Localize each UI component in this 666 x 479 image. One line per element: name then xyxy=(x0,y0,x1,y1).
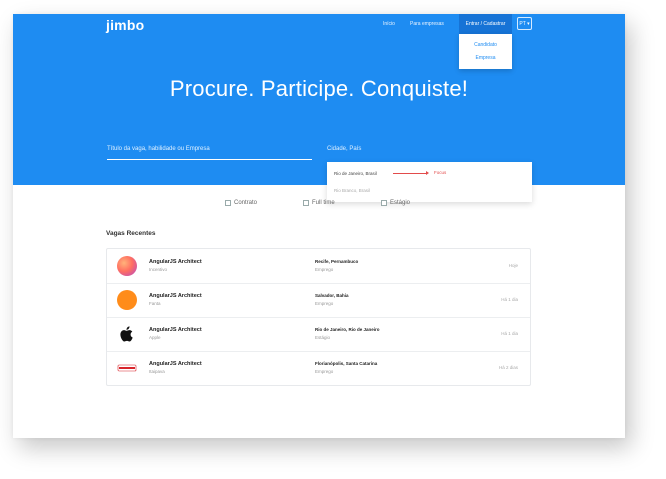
hero-section: jimbo Início Para empresas Entrar / Cada… xyxy=(13,14,625,185)
job-type: Emprego xyxy=(315,267,334,272)
job-time: Há 2 dias xyxy=(498,365,518,370)
job-row[interactable]: AngularJS Architect Incentivo Recife, Pe… xyxy=(107,249,530,284)
job-location: Florianópolis, Santa Catarina xyxy=(315,361,378,366)
job-time: Há 1 dia xyxy=(501,331,518,336)
job-row[interactable]: AngularJS Architect Apple Rio de Janeiro… xyxy=(107,317,530,352)
job-time: Hoje xyxy=(508,263,518,268)
job-title[interactable]: AngularJS Architect xyxy=(149,293,202,299)
job-title[interactable]: AngularJS Architect xyxy=(149,361,202,367)
filter-full-time[interactable]: Full time xyxy=(303,200,335,206)
job-company: Incentivo xyxy=(149,267,168,272)
job-type: Estágio xyxy=(315,335,331,340)
dropdown-empresa[interactable]: Empresa xyxy=(459,55,512,61)
filter-label: Contrato xyxy=(234,200,258,206)
nav-para-empresas[interactable]: Para empresas xyxy=(410,21,444,27)
job-title[interactable]: AngularJS Architect xyxy=(149,327,202,333)
autocomplete-item[interactable]: Rio de Janeiro, Brasil xyxy=(334,171,377,176)
job-row[interactable]: AngularJS Architect Itaipava Florianópol… xyxy=(107,351,530,385)
filter-estagio[interactable]: Estágio xyxy=(381,200,410,206)
filter-label: Full time xyxy=(312,200,335,206)
focus-arrow-icon xyxy=(393,171,429,175)
nav-enter-button[interactable]: Entrar / Cadastrar xyxy=(459,14,512,34)
job-company: Apple xyxy=(149,335,161,340)
language-selector[interactable]: PT ▾ xyxy=(517,17,532,30)
focus-tag: Focus xyxy=(434,170,447,175)
location-autocomplete: Rio de Janeiro, Brasil Focus Rio Branco,… xyxy=(327,162,532,202)
search-keywords-input[interactable]: Título da vaga, habilidade ou Empresa xyxy=(107,143,312,160)
nav-inicio[interactable]: Início xyxy=(383,21,395,27)
autocomplete-item[interactable]: Rio Branco, Brasil xyxy=(334,188,370,193)
search-location-input[interactable]: Cidade, País xyxy=(327,143,532,159)
hero-headline: Procure. Participe. Conquiste! xyxy=(169,76,469,101)
enter-dropdown: Candidato Empresa xyxy=(459,34,512,69)
job-type-filters: Contrato Full time Estágio xyxy=(13,200,625,212)
job-type: Emprego xyxy=(315,369,334,374)
ionic-logo xyxy=(117,256,137,276)
job-row[interactable]: AngularJS Architect Fanta Salvador, Bahi… xyxy=(107,283,530,318)
filter-contrato[interactable]: Contrato xyxy=(225,200,257,206)
filter-label: Estágio xyxy=(390,200,411,206)
job-location: Salvador, Bahia xyxy=(315,293,349,298)
recent-jobs-list: AngularJS Architect Incentivo Recife, Pe… xyxy=(106,248,531,386)
checkbox-icon[interactable] xyxy=(225,200,231,206)
job-location: Recife, Pernambuco xyxy=(315,259,359,264)
recent-jobs-title: Vagas Recentes xyxy=(106,230,156,237)
top-nav: Início Para empresas Entrar / Cadastrar … xyxy=(13,14,625,34)
job-type: Emprego xyxy=(315,301,334,306)
fanta-logo xyxy=(117,290,137,310)
job-company: Itaipava xyxy=(149,369,165,374)
checkbox-icon[interactable] xyxy=(303,200,309,206)
job-company: Fanta xyxy=(149,301,161,306)
job-title[interactable]: AngularJS Architect xyxy=(149,259,202,265)
itaipava-logo xyxy=(117,358,137,378)
job-time: Há 1 dia xyxy=(501,297,518,302)
browser-frame: jimbo Início Para empresas Entrar / Cada… xyxy=(13,14,625,438)
dropdown-candidato[interactable]: Candidato xyxy=(459,42,512,48)
checkbox-icon[interactable] xyxy=(381,200,387,206)
job-location: Rio de Janeiro, Rio de Janeiro xyxy=(315,327,380,332)
apple-logo xyxy=(117,324,137,344)
